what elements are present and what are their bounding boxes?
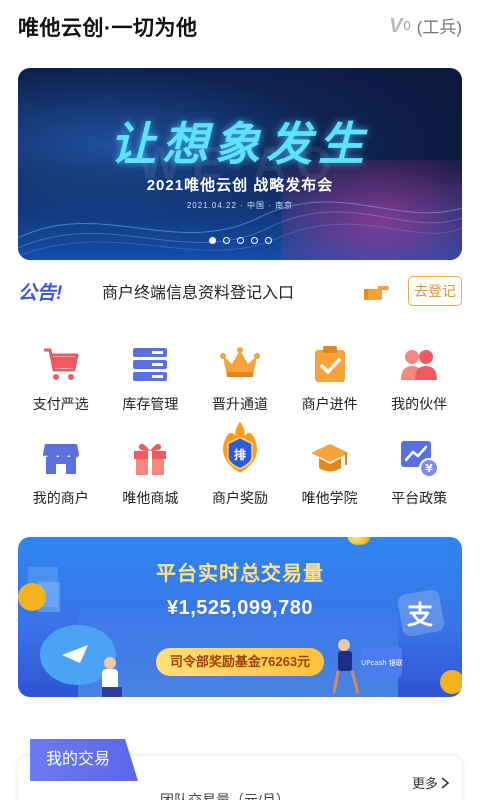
notice-tag: 公告! xyxy=(18,282,63,304)
grid-label: 我的伙伴 xyxy=(391,396,448,412)
grid-label: 唯他学院 xyxy=(301,490,358,506)
more-link[interactable]: 更多 xyxy=(412,773,450,792)
grid-item-merchant-rewards[interactable]: 排 商户奖励 xyxy=(195,421,285,532)
member-role: (工兵) xyxy=(416,18,462,37)
member-level[interactable]: V0 (工兵) xyxy=(389,13,462,38)
server-icon xyxy=(130,344,170,384)
pointing-hand-icon xyxy=(364,286,389,300)
grid-label: 支付严选 xyxy=(32,396,89,412)
graduation-cap-icon xyxy=(310,438,350,478)
clipboard-check-icon xyxy=(310,344,350,384)
vip-level-letter: V xyxy=(389,14,403,37)
feature-grid-row: 我的商户 唯他商城 排 商户奖励 唯他学院 ¥ 平台政策 xyxy=(16,421,464,532)
header: 唯他云创·一切为他 V0 (工兵) xyxy=(0,0,480,52)
platform-volume-card[interactable]: 支 UPcash 银联 平台实时总交易量 ¥1,525,099,780 司令部奖… xyxy=(18,537,462,697)
grid-label: 商户奖励 xyxy=(211,490,268,506)
grid-item-inventory[interactable]: 库存管理 xyxy=(106,344,196,438)
banner-subline: 2021唯他云创 战略发布会 xyxy=(146,177,334,194)
carousel-dot[interactable] xyxy=(250,237,258,244)
grid-label: 商户进件 xyxy=(301,396,358,412)
grid-label: 库存管理 xyxy=(122,396,179,412)
grid-item-payment-select[interactable]: 支付严选 xyxy=(16,344,106,438)
carousel-dot[interactable] xyxy=(208,237,216,244)
vip-level-number: 0 xyxy=(403,17,411,33)
notice-text[interactable]: 商户终端信息资料登记入口 xyxy=(102,279,364,303)
store-icon xyxy=(41,438,81,478)
banner-meta: 2021.04.22 · 中国 · 南京 xyxy=(186,201,294,210)
stats-amount: ¥1,525,099,780 xyxy=(166,597,314,619)
grid-item-partners[interactable]: 我的伙伴 xyxy=(374,344,464,438)
carousel-indicator xyxy=(18,237,462,244)
more-label: 更多 xyxy=(411,776,438,791)
carousel-dot[interactable] xyxy=(236,237,244,244)
carousel-dot[interactable] xyxy=(222,237,230,244)
unionpay-text: UPcash 银联 xyxy=(361,658,403,667)
vip-level-badge: V0 xyxy=(389,16,411,36)
app-title: 唯他云创·一切为他 xyxy=(18,17,198,40)
banner-headline: 让想象发生 xyxy=(110,118,370,170)
policy-chart-icon: ¥ xyxy=(399,438,440,478)
grid-item-platform-policy[interactable]: ¥ 平台政策 xyxy=(374,438,464,532)
feature-grid: 支付严选 库存管理 晋升通道 商户进件 我的伙伴 我的商户 唯他商城 排 商户奖… xyxy=(16,344,464,532)
cart-icon xyxy=(41,344,81,384)
grid-label: 唯他商城 xyxy=(122,490,179,506)
rank-badge-text: 排 xyxy=(234,447,246,462)
grid-label: 我的商户 xyxy=(32,490,89,506)
register-button[interactable]: 去登记 xyxy=(408,276,462,306)
carousel-dot[interactable] xyxy=(264,237,272,244)
gift-icon xyxy=(130,438,170,478)
my-transactions-tab[interactable]: 我的交易 xyxy=(30,739,138,781)
stats-title: 平台实时总交易量 xyxy=(156,563,324,585)
grid-item-mall[interactable]: 唯他商城 xyxy=(106,438,196,532)
grid-label: 平台政策 xyxy=(391,490,448,506)
svg-text:¥: ¥ xyxy=(425,462,433,475)
grid-label: 晋升通道 xyxy=(211,396,268,412)
notice-bar: 公告! 商户终端信息资料登记入口 去登记 xyxy=(18,274,462,308)
people-icon xyxy=(399,344,439,384)
crown-icon xyxy=(219,344,260,384)
team-volume-label: 团队交易量（元/月） xyxy=(160,792,290,800)
promo-banner[interactable]: WE AO 让想象发生 2021唯他云创 战略发布会 2021.04.22 · … xyxy=(18,68,462,260)
reward-fund-pill: 司令部奖励基金76263元 xyxy=(156,648,324,676)
grid-item-academy[interactable]: 唯他学院 xyxy=(285,438,375,532)
grid-item-my-merchants[interactable]: 我的商户 xyxy=(16,438,106,532)
grid-item-merchant-onboarding[interactable]: 商户进件 xyxy=(285,344,375,438)
rank-badge-icon: 排 xyxy=(220,421,260,478)
chevron-right-icon xyxy=(441,776,450,789)
